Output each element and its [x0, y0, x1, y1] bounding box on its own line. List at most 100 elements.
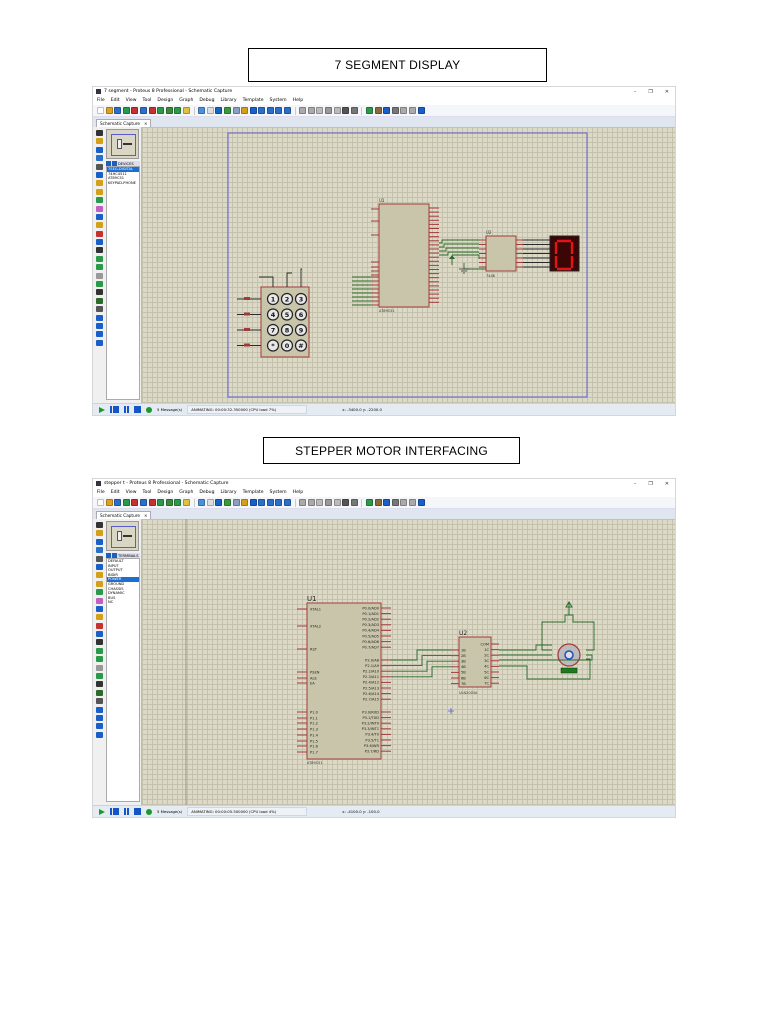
maximize-button[interactable]: ❐	[648, 481, 652, 487]
toolbar-button-icon[interactable]	[374, 499, 382, 506]
toolbar-button-icon[interactable]	[299, 107, 307, 114]
tool-mode-icon[interactable]	[95, 706, 103, 713]
toolbar-button-icon[interactable]	[182, 107, 190, 114]
toolbar-button-icon[interactable]	[366, 107, 373, 114]
toolbar-button-icon[interactable]	[284, 499, 292, 506]
menu-item[interactable]: Help	[293, 490, 303, 495]
toolbar-button-icon[interactable]	[417, 107, 425, 114]
tool-mode-icon[interactable]	[95, 163, 103, 170]
toolbar-button-icon[interactable]	[400, 107, 408, 114]
tool-mode-icon[interactable]	[95, 572, 103, 579]
menu-item[interactable]: Design	[157, 490, 173, 495]
toolbar-button-icon[interactable]	[383, 107, 391, 114]
toolbar-button-icon[interactable]	[266, 499, 274, 506]
schematic-canvas[interactable]: U1 AT89C51 XTAL1 XTAL2 RST PSEN ALE EA P1.0 P1.1 P…	[142, 519, 675, 807]
pause-icon[interactable]	[123, 406, 129, 413]
maximize-button[interactable]: ❐	[648, 89, 652, 95]
toolbar-button-icon[interactable]	[215, 499, 223, 506]
menu-item[interactable]: Graph	[179, 490, 193, 495]
pick-device-icon[interactable]	[106, 553, 111, 558]
toolbar-button-icon[interactable]	[258, 107, 266, 114]
tool-mode-icon[interactable]	[95, 213, 103, 220]
tool-mode-icon[interactable]	[95, 264, 103, 271]
menu-item[interactable]: Help	[293, 98, 303, 103]
message-icon[interactable]	[146, 406, 152, 413]
panel-list-item[interactable]: NC	[107, 600, 139, 605]
toolbar-button-icon[interactable]	[284, 107, 292, 114]
pick-device-icon[interactable]	[106, 161, 111, 166]
tool-mode-icon[interactable]	[95, 339, 103, 346]
tool-mode-icon[interactable]	[95, 555, 103, 562]
tool-mode-icon[interactable]	[95, 171, 103, 178]
pause-icon[interactable]	[123, 808, 129, 815]
tool-mode-icon[interactable]	[95, 673, 103, 680]
toolbar-button-icon[interactable]	[105, 499, 113, 506]
tool-mode-icon[interactable]	[95, 538, 103, 545]
tool-mode-icon[interactable]	[95, 530, 103, 537]
tab-schematic-capture[interactable]: Schematic Capture ×	[96, 119, 152, 127]
tool-mode-icon[interactable]	[95, 689, 103, 696]
menu-item[interactable]: File	[97, 98, 105, 103]
toolbar-button-icon[interactable]	[198, 107, 206, 114]
overview-preview[interactable]	[106, 129, 139, 159]
tool-mode-icon[interactable]	[95, 197, 103, 204]
tool-mode-icon[interactable]	[95, 631, 103, 638]
tool-mode-icon[interactable]	[95, 255, 103, 262]
toolbar-button-icon[interactable]	[342, 499, 350, 506]
library-icon[interactable]	[112, 161, 117, 166]
menu-item[interactable]: Tool	[143, 490, 152, 495]
tool-mode-icon[interactable]	[95, 281, 103, 288]
step-icon[interactable]	[110, 406, 119, 413]
tab-close-icon[interactable]: ×	[144, 513, 148, 518]
toolbar-button-icon[interactable]	[105, 107, 113, 114]
toolbar-button-icon[interactable]	[325, 499, 333, 506]
toolbar-button-icon[interactable]	[275, 107, 283, 114]
toolbar-button-icon[interactable]	[139, 499, 147, 506]
minimize-button[interactable]: –	[634, 481, 637, 487]
tool-mode-icon[interactable]	[95, 272, 103, 279]
step-icon[interactable]	[110, 808, 119, 815]
toolbar-button-icon[interactable]	[232, 499, 240, 506]
toolbar-button-icon[interactable]	[342, 107, 350, 114]
tool-mode-icon[interactable]	[95, 589, 103, 596]
menu-item[interactable]: Edit	[111, 490, 120, 495]
toolbar-button-icon[interactable]	[174, 499, 182, 506]
toolbar-button-icon[interactable]	[275, 499, 283, 506]
tool-mode-icon[interactable]	[95, 314, 103, 321]
tool-mode-icon[interactable]	[95, 656, 103, 663]
menu-item[interactable]: Graph	[179, 98, 193, 103]
panel-list-item[interactable]: KEYPAD-PHONE	[107, 181, 139, 186]
message-count[interactable]: 5 Message(s)	[157, 809, 182, 814]
tool-mode-icon[interactable]	[95, 180, 103, 187]
stop-icon[interactable]	[134, 808, 141, 815]
tool-mode-icon[interactable]	[95, 331, 103, 338]
menu-item[interactable]: Debug	[199, 98, 214, 103]
toolbar-button-icon[interactable]	[417, 499, 425, 506]
toolbar-button-icon[interactable]	[299, 499, 307, 506]
toolbar-button-icon[interactable]	[165, 499, 173, 506]
close-button[interactable]: ✕	[665, 481, 669, 487]
toolbar-button-icon[interactable]	[350, 107, 358, 114]
menu-item[interactable]: Tool	[143, 98, 152, 103]
tool-mode-icon[interactable]	[95, 681, 103, 688]
menu-item[interactable]: Debug	[199, 490, 214, 495]
tool-mode-icon[interactable]	[95, 622, 103, 629]
tool-mode-icon[interactable]	[95, 138, 103, 145]
toolbar-button-icon[interactable]	[307, 499, 315, 506]
play-icon[interactable]	[99, 406, 105, 413]
toolbar-button-icon[interactable]	[316, 107, 324, 114]
tool-mode-icon[interactable]	[95, 239, 103, 246]
tool-mode-icon[interactable]	[95, 297, 103, 304]
tool-mode-icon[interactable]	[95, 222, 103, 229]
toolbar-button-icon[interactable]	[139, 107, 147, 114]
toolbar-button-icon[interactable]	[366, 499, 373, 506]
toolbar-button-icon[interactable]	[148, 499, 156, 506]
tool-mode-icon[interactable]	[95, 639, 103, 646]
close-button[interactable]: ✕	[665, 89, 669, 95]
toolbar-button-icon[interactable]	[350, 499, 358, 506]
menu-item[interactable]: Library	[221, 98, 237, 103]
tool-mode-icon[interactable]	[95, 205, 103, 212]
toolbar-button-icon[interactable]	[174, 107, 182, 114]
tool-mode-icon[interactable]	[95, 547, 103, 554]
menu-item[interactable]: Template	[243, 98, 264, 103]
